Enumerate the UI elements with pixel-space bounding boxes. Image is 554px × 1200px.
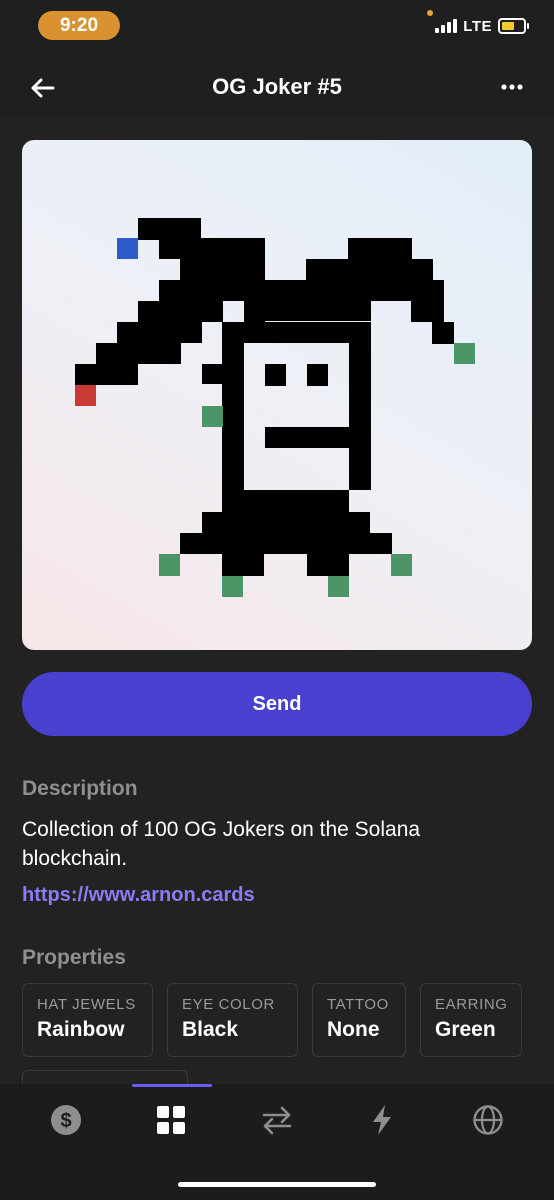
home-indicator: [178, 1182, 376, 1187]
property-value: Rainbow: [37, 1018, 125, 1041]
globe-icon: [473, 1105, 503, 1135]
privacy-indicator: [427, 10, 433, 16]
page-title: OG Joker #5: [212, 74, 342, 99]
nft-image: [22, 140, 532, 650]
hat-jewel-green: [454, 343, 475, 364]
lightning-icon: [373, 1105, 391, 1135]
signal-icon: [435, 19, 458, 33]
earring-green: [202, 406, 223, 427]
collar-jewel-green: [222, 576, 243, 597]
dollar-icon: $: [51, 1105, 81, 1135]
nav-header: OG Joker #5: [0, 56, 554, 118]
hat-jewel-blue: [117, 238, 138, 259]
property-label: HAT JEWELS: [37, 996, 136, 1013]
grid-icon: [157, 1106, 185, 1134]
property-tattoo: TATTOO None: [312, 983, 406, 1057]
status-indicators: LTE: [435, 14, 529, 38]
property-label: EYE COLOR: [182, 996, 275, 1013]
collar-jewel-green: [159, 554, 180, 576]
properties-heading: Properties: [22, 946, 126, 969]
joker-pixel-art: [75, 218, 475, 597]
property-label: TATTOO: [327, 996, 389, 1013]
tab-collectibles[interactable]: [151, 1100, 191, 1140]
svg-text:$: $: [60, 1110, 71, 1132]
send-button[interactable]: Send: [22, 672, 532, 736]
property-hat-jewels: HAT JEWELS Rainbow: [22, 983, 153, 1057]
property-eye-color: EYE COLOR Black: [167, 983, 298, 1057]
website-link[interactable]: https://www.arnon.cards: [22, 884, 255, 907]
hat-jewel-red: [75, 385, 96, 406]
collar-jewel-green: [391, 554, 412, 576]
property-value: Green: [435, 1018, 496, 1041]
network-type: LTE: [463, 17, 492, 35]
property-earring: EARRING Green: [420, 983, 522, 1057]
tab-wallet[interactable]: $: [46, 1100, 86, 1140]
tab-browser[interactable]: [468, 1100, 508, 1140]
status-bar: 9:20 LTE: [0, 0, 554, 56]
property-value: Black: [182, 1018, 239, 1041]
bottom-tab-bar: $: [0, 1084, 554, 1200]
property-label: EARRING: [435, 996, 508, 1013]
description-heading: Description: [22, 777, 138, 800]
collar-jewel-green: [328, 576, 349, 597]
tab-activity[interactable]: [362, 1100, 402, 1140]
tab-swap[interactable]: [257, 1100, 297, 1140]
battery-icon: [498, 18, 529, 34]
swap-icon: [262, 1106, 292, 1135]
property-value: None: [327, 1018, 380, 1041]
properties-list: HAT JEWELS Rainbow EYE COLOR Black TATTO…: [22, 983, 522, 1057]
description-text: Collection of 100 OG Jokers on the Solan…: [22, 818, 421, 870]
status-time: 9:20: [38, 11, 120, 40]
more-options-icon[interactable]: [500, 77, 524, 97]
active-tab-indicator: [132, 1084, 212, 1087]
